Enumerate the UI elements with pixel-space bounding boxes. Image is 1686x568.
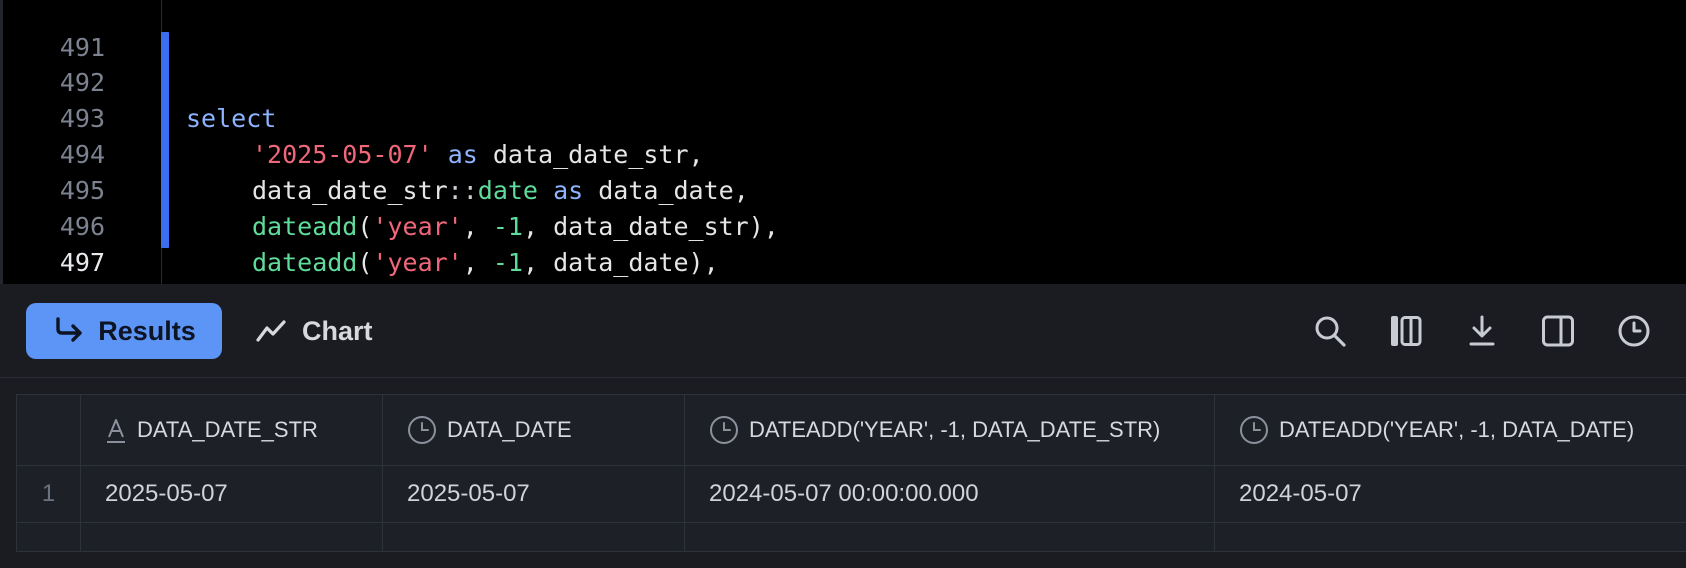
function-name: dateadd [252,248,358,277]
results-grid[interactable]: DATA_DATE_STR DATA_DATE DATEADD('YEAR', … [16,394,1686,552]
code-line[interactable]: 491 [3,0,105,62]
search-icon [1313,314,1347,348]
download-icon [1467,314,1497,348]
download-button[interactable] [1459,308,1505,354]
table-cell[interactable]: 2025-05-07 [383,466,685,523]
empty-row-cell [1215,523,1686,552]
empty-row-cell [685,523,1215,552]
selection-indicator [161,32,169,248]
identifier: data_date, [598,176,749,205]
tab-results[interactable]: Results [26,303,222,359]
empty-row-cell [383,523,685,552]
column-header-label: DATEADD('YEAR', -1, DATA_DATE) [1279,417,1635,442]
string-literal: '2025-05-07' [252,140,433,169]
column-header-label: DATA_DATE_STR [137,417,318,442]
string-literal: 'year' [372,212,463,241]
tab-chart-label: Chart [302,315,373,346]
empty-row-cell [81,523,383,552]
column-header[interactable]: DATA_DATE [383,395,685,466]
clock-icon [709,415,739,445]
row-number: 1 [17,466,81,523]
tab-results-label: Results [98,315,196,346]
paren: ( [357,212,373,241]
tab-chart[interactable]: Chart [256,303,373,359]
table-cell[interactable]: 2024-05-07 [1215,466,1686,523]
code-editor[interactable]: 491 492 select 493 '2025-05-07' as data_… [0,0,1686,284]
column-header-label: DATA_DATE [447,417,572,442]
history-button[interactable] [1611,308,1657,354]
text-type-icon [105,417,127,443]
split-panel-button[interactable] [1535,308,1581,354]
search-button[interactable] [1307,308,1353,354]
comma: , [462,212,493,241]
columns-icon [1389,314,1423,348]
table-cell[interactable]: 2024-05-07 00:00:00.000 [685,466,1215,523]
keyword-as: as [447,140,478,169]
code-line[interactable]: 498 [3,245,63,281]
split-panel-icon [1541,314,1575,348]
number-literal: -1 [492,212,523,241]
column-header-label: DATEADD('YEAR', -1, DATA_DATE_STR) [749,417,1161,442]
line-chart-icon [256,319,286,343]
results-toolbar: Results Chart [0,284,1686,378]
clock-icon [407,415,437,445]
row-number-header [17,395,81,466]
identifier: data_date_str), [553,212,779,241]
identifier: data_date), [553,248,719,277]
code-line[interactable]: 496 dateadd('year', -1, data_date), [3,173,719,277]
keyword-select: select [186,104,277,133]
column-header[interactable]: DATA_DATE_STR [81,395,383,466]
code-line[interactable]: 494 data_date_str::date as data_date, [3,101,749,205]
history-icon [1617,314,1651,348]
identifier: data_date_str, [492,140,704,169]
number-literal: -1 [492,248,523,277]
comma: , [522,248,554,277]
comma: , [462,248,493,277]
code-line-active[interactable]: 497 ; [3,209,105,277]
table-cell[interactable]: 2025-05-07 [81,466,383,523]
code-line[interactable]: 493 '2025-05-07' as data_date_str, [3,65,704,169]
identifier: data_date_str [252,176,448,205]
cast-operator: :: [447,176,478,205]
return-arrow-icon [52,317,84,345]
code-line[interactable]: 495 dateadd('year', -1, data_date_str), [3,137,779,241]
column-header[interactable]: DATEADD('YEAR', -1, DATA_DATE_STR) [685,395,1215,466]
string-literal: 'year' [372,248,463,277]
paren: ( [357,248,373,277]
type-name: date [477,176,538,205]
empty-row-cell [17,523,81,552]
clock-icon [1239,415,1269,445]
code-line[interactable]: 492 select [3,29,276,133]
columns-button[interactable] [1383,308,1429,354]
comma: , [522,212,554,241]
keyword-as: as [553,176,584,205]
column-header[interactable]: DATEADD('YEAR', -1, DATA_DATE) [1215,395,1686,466]
function-name: dateadd [252,212,358,241]
